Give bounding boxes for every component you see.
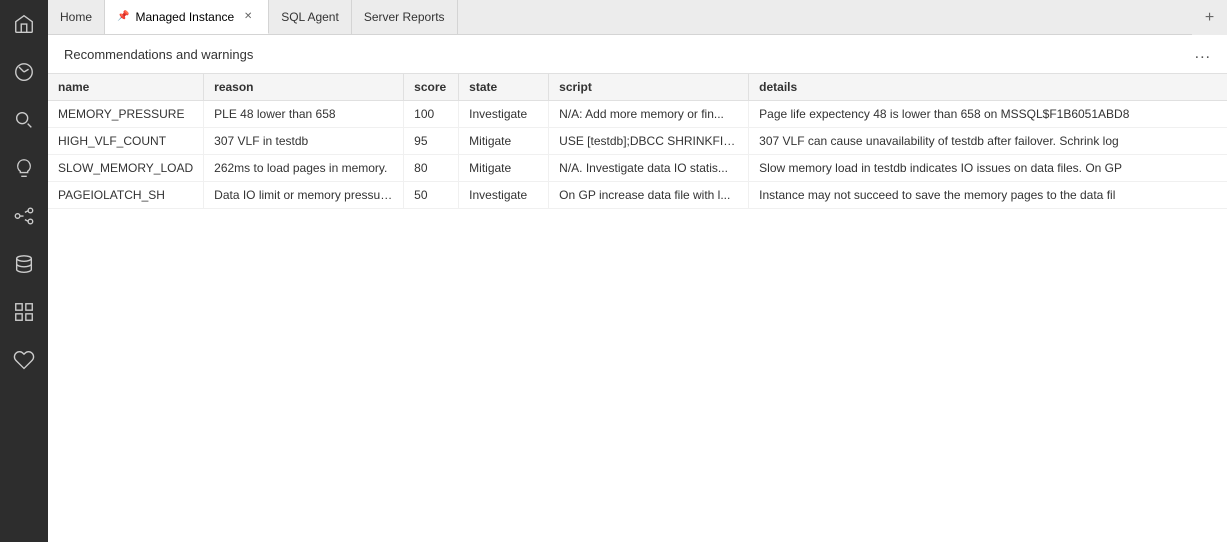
tab-home-label: Home: [60, 10, 92, 24]
search-icon: [13, 109, 35, 131]
cell-reason-1: 307 VLF in testdb: [204, 128, 404, 155]
heart-icon: [13, 349, 35, 371]
cell-details-1: 307 VLF can cause unavailability of test…: [749, 128, 1227, 155]
cell-script-2: N/A. Investigate data IO statis...: [549, 155, 749, 182]
activity-bar: [0, 0, 48, 542]
cell-name-3: PAGEIOLATCH_SH: [48, 182, 204, 209]
cell-score-3: 50: [404, 182, 459, 209]
cell-name-0: MEMORY_PRESSURE: [48, 101, 204, 128]
cell-details-3: Instance may not succeed to save the mem…: [749, 182, 1227, 209]
cell-state-3: Investigate: [459, 182, 549, 209]
cell-state-0: Investigate: [459, 101, 549, 128]
cell-state-2: Mitigate: [459, 155, 549, 182]
activity-item-grid[interactable]: [0, 288, 48, 336]
col-header-script: script: [549, 74, 749, 101]
activity-item-dashboard[interactable]: [0, 48, 48, 96]
cell-script-1: USE [testdb];DBCC SHRINKFIL...: [549, 128, 749, 155]
cell-score-2: 80: [404, 155, 459, 182]
panel-title: Recommendations and warnings: [64, 47, 253, 62]
activity-item-databases[interactable]: [0, 240, 48, 288]
grid-icon: [13, 301, 35, 323]
tab-sql-agent[interactable]: SQL Agent: [269, 0, 352, 34]
tab-spacer: [458, 0, 1192, 34]
panel-menu-button[interactable]: ...: [1195, 45, 1211, 63]
cell-state-1: Mitigate: [459, 128, 549, 155]
lightbulb-icon: [13, 157, 35, 179]
cell-script-0: N/A: Add more memory or fin...: [549, 101, 749, 128]
cell-details-2: Slow memory load in testdb indicates IO …: [749, 155, 1227, 182]
panel-header: Recommendations and warnings ...: [48, 35, 1227, 74]
home-icon: [13, 13, 35, 35]
tab-managed-instance[interactable]: 📌 Managed Instance ✕: [105, 0, 269, 34]
cell-reason-3: Data IO limit or memory pressure.: [204, 182, 404, 209]
cell-reason-2: 262ms to load pages in memory.: [204, 155, 404, 182]
dashboard-icon: [13, 61, 35, 83]
add-tab-button[interactable]: +: [1192, 0, 1227, 35]
content-panel: Recommendations and warnings ... name re…: [48, 35, 1227, 542]
cell-score-1: 95: [404, 128, 459, 155]
connections-icon: [13, 205, 35, 227]
cell-name-1: HIGH_VLF_COUNT: [48, 128, 204, 155]
activity-item-favorites[interactable]: [0, 336, 48, 384]
col-header-name: name: [48, 74, 204, 101]
main-area: Home 📌 Managed Instance ✕ SQL Agent Serv…: [48, 0, 1227, 542]
tab-server-reports[interactable]: Server Reports: [352, 0, 458, 34]
table-row[interactable]: PAGEIOLATCH_SHData IO limit or memory pr…: [48, 182, 1227, 209]
table-header-row: name reason score state script details: [48, 74, 1227, 101]
table-row[interactable]: SLOW_MEMORY_LOAD262ms to load pages in m…: [48, 155, 1227, 182]
cell-script-3: On GP increase data file with l...: [549, 182, 749, 209]
cell-reason-0: PLE 48 lower than 658: [204, 101, 404, 128]
col-header-reason: reason: [204, 74, 404, 101]
tab-managed-instance-label: Managed Instance: [135, 10, 234, 24]
table-row[interactable]: HIGH_VLF_COUNT307 VLF in testdb95Mitigat…: [48, 128, 1227, 155]
col-header-details: details: [749, 74, 1227, 101]
recommendations-table: name reason score state script details M…: [48, 74, 1227, 209]
tab-server-reports-label: Server Reports: [364, 10, 445, 24]
col-header-score: score: [404, 74, 459, 101]
activity-item-home[interactable]: [0, 0, 48, 48]
activity-item-connections[interactable]: [0, 192, 48, 240]
table-row[interactable]: MEMORY_PRESSUREPLE 48 lower than 658100I…: [48, 101, 1227, 128]
tab-sql-agent-label: SQL Agent: [281, 10, 339, 24]
cell-name-2: SLOW_MEMORY_LOAD: [48, 155, 204, 182]
close-managed-instance-icon[interactable]: ✕: [240, 9, 256, 25]
pin-icon: 📌: [117, 11, 129, 22]
cell-score-0: 100: [404, 101, 459, 128]
tab-home[interactable]: Home: [48, 0, 105, 34]
cell-details-0: Page life expectency 48 is lower than 65…: [749, 101, 1227, 128]
recommendations-table-container[interactable]: name reason score state script details M…: [48, 74, 1227, 542]
database-icon: [13, 253, 35, 275]
activity-item-recommendations[interactable]: [0, 144, 48, 192]
tab-bar: Home 📌 Managed Instance ✕ SQL Agent Serv…: [48, 0, 1227, 35]
col-header-state: state: [459, 74, 549, 101]
activity-item-search[interactable]: [0, 96, 48, 144]
